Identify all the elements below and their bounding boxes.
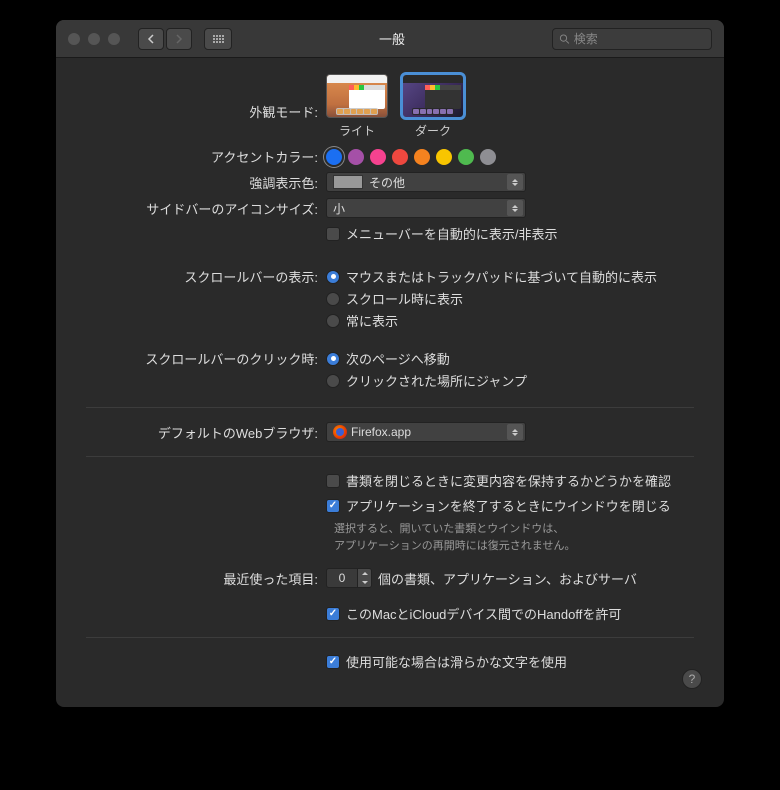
accent-color-1[interactable] (348, 149, 364, 165)
scrollbar-click-page-label: 次のページへ移動 (346, 349, 450, 368)
chevron-updown-icon (507, 174, 523, 190)
accent-color-0[interactable] (326, 149, 342, 165)
ask-save-checkbox[interactable] (326, 474, 340, 488)
sidebar-icon-value: 小 (333, 200, 345, 217)
traffic-lights (68, 33, 120, 45)
zoom-button[interactable] (108, 33, 120, 45)
accent-color-2[interactable] (370, 149, 386, 165)
sidebar-icon-select[interactable]: 小 (326, 198, 526, 218)
default-browser-value: Firefox.app (351, 425, 411, 439)
appearance-label: 外観モード: (86, 74, 326, 121)
light-thumbnail (326, 74, 388, 118)
show-all-button[interactable] (204, 28, 232, 50)
scrollbar-click-page-radio[interactable] (326, 352, 340, 366)
recent-items-value: 0 (326, 568, 358, 588)
search-field[interactable] (552, 28, 712, 50)
font-smoothing-checkbox[interactable] (326, 655, 340, 669)
accent-color-4[interactable] (414, 149, 430, 165)
stepper-arrows-icon[interactable] (358, 568, 372, 588)
recent-items-label: 最近使った項目: (86, 569, 326, 588)
scrollbar-show-always-radio[interactable] (326, 314, 340, 328)
menubar-autohide-checkbox[interactable] (326, 227, 340, 241)
scrollbar-show-auto-label: マウスまたはトラックパッドに基づいて自動的に表示 (346, 267, 657, 286)
recent-items-suffix: 個の書類、アプリケーション、およびサーバ (378, 569, 637, 588)
dark-thumbnail (402, 74, 464, 118)
accent-color-7[interactable] (480, 149, 496, 165)
sidebar-icon-label: サイドバーのアイコンサイズ: (86, 199, 326, 218)
window-title: 一般 (240, 29, 544, 48)
search-icon (559, 33, 570, 45)
font-smoothing-label: 使用可能な場合は滑らかな文字を使用 (346, 652, 567, 671)
search-input[interactable] (574, 32, 705, 46)
light-caption: ライト (326, 122, 388, 139)
scrollbar-show-scrolling-radio[interactable] (326, 292, 340, 306)
grid-icon (213, 35, 224, 43)
highlight-label: 強調表示色: (86, 173, 326, 192)
highlight-swatch (333, 175, 363, 189)
accent-color-6[interactable] (458, 149, 474, 165)
scrollbar-click-jump-label: クリックされた場所にジャンプ (346, 371, 527, 390)
scrollbar-show-label: スクロールバーの表示: (86, 267, 326, 286)
scrollbar-click-jump-radio[interactable] (326, 374, 340, 388)
highlight-value: その他 (369, 174, 405, 191)
default-browser-label: デフォルトのWebブラウザ: (86, 423, 326, 442)
handoff-label: このMacとiCloudデバイス間でのHandoffを許可 (346, 604, 621, 623)
close-windows-note1: 選択すると、開いていた書類とウインドウは、 (334, 521, 694, 538)
firefox-icon (333, 425, 347, 439)
accent-label: アクセントカラー: (86, 147, 326, 166)
close-windows-label: アプリケーションを終了するときにウインドウを閉じる (346, 496, 671, 515)
titlebar: 一般 (56, 20, 724, 58)
chevron-updown-icon (507, 200, 523, 216)
close-windows-checkbox[interactable] (326, 499, 340, 513)
chevron-updown-icon (507, 424, 523, 440)
help-button[interactable]: ? (682, 669, 702, 689)
scrollbar-show-always-label: 常に表示 (346, 311, 398, 330)
content: 外観モード: ライト ダーク (56, 58, 724, 707)
default-browser-select[interactable]: Firefox.app (326, 422, 526, 442)
close-button[interactable] (68, 33, 80, 45)
scrollbar-show-scrolling-label: スクロール時に表示 (346, 289, 463, 308)
dark-caption: ダーク (402, 122, 464, 139)
minimize-button[interactable] (88, 33, 100, 45)
appearance-light[interactable]: ライト (326, 74, 388, 139)
ask-save-label: 書類を閉じるときに変更内容を保持するかどうかを確認 (346, 471, 671, 490)
highlight-select[interactable]: その他 (326, 172, 526, 192)
appearance-dark[interactable]: ダーク (402, 74, 464, 139)
recent-items-stepper[interactable]: 0 (326, 568, 372, 588)
close-windows-note2: アプリケーションの再開時には復元されません。 (334, 538, 694, 555)
preferences-window: 一般 外観モード: ライト (56, 20, 724, 707)
menubar-autohide-label: メニューバーを自動的に表示/非表示 (346, 224, 557, 243)
accent-color-5[interactable] (436, 149, 452, 165)
accent-color-3[interactable] (392, 149, 408, 165)
back-button[interactable] (138, 28, 164, 50)
scrollbar-show-auto-radio[interactable] (326, 270, 340, 284)
handoff-checkbox[interactable] (326, 607, 340, 621)
forward-button[interactable] (166, 28, 192, 50)
accent-colors (326, 149, 496, 165)
scrollbar-click-label: スクロールバーのクリック時: (86, 349, 326, 368)
